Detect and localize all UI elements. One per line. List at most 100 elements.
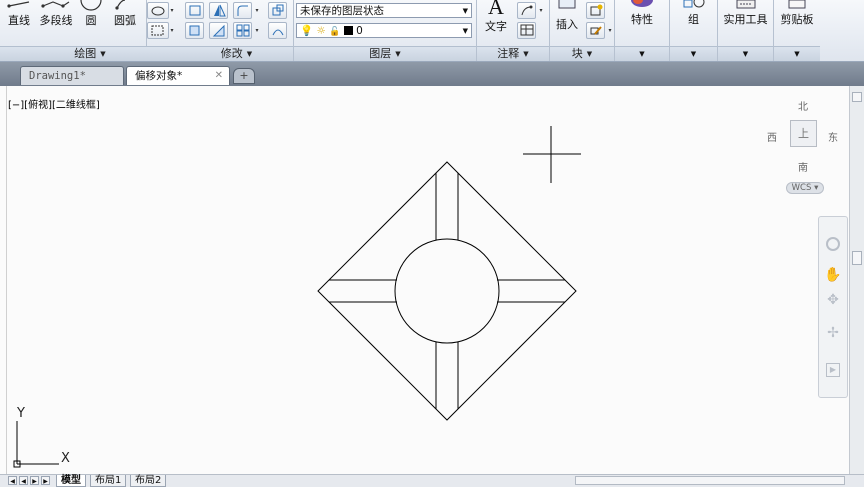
center-circle <box>394 238 500 344</box>
table-button[interactable] <box>517 22 536 39</box>
compass-north[interactable]: 北 <box>798 98 808 113</box>
layers-panel-title[interactable]: 图层 ▼ <box>294 46 476 61</box>
layers-panel: 未保存的图层状态 ▼ 💡 ☼ 🔓 0 ▼ 图层 ▼ <box>294 0 477 61</box>
insert-icon <box>558 0 576 9</box>
outer-diamond <box>317 161 577 421</box>
create-block-button[interactable] <box>586 2 605 19</box>
scroll-up-arrow[interactable] <box>852 92 862 102</box>
layer-state-combo[interactable]: 未保存的图层状态 ▼ <box>296 3 472 18</box>
zoom-icon[interactable]: ✥ <box>819 292 847 308</box>
fillet-dropdown[interactable]: ▾ <box>253 2 261 19</box>
properties-expand[interactable]: ▼ <box>615 46 669 61</box>
explode-button[interactable] <box>268 2 287 19</box>
clipboard-label: 剪贴板 <box>780 13 814 26</box>
compass-west[interactable]: 西 <box>767 129 777 144</box>
compass-south[interactable]: 南 <box>798 159 808 174</box>
showmotion-icon[interactable]: ▶ <box>826 363 840 377</box>
array-button[interactable] <box>233 22 252 39</box>
viewport-controls-label[interactable]: [−][俯视][二维线框] <box>8 96 100 111</box>
draw-panel-title[interactable]: 绘图 ▼ <box>0 46 180 61</box>
draw-tool-b-dropdown[interactable]: ▾ <box>168 22 176 39</box>
new-tab-button[interactable]: + <box>233 68 255 84</box>
tab-offset-object[interactable]: 偏移对象* ✕ <box>126 66 230 85</box>
tab-layout1[interactable]: 布局1 <box>90 475 127 487</box>
last-layout-button[interactable]: ▶ <box>41 476 50 485</box>
chevron-down-icon: ▼ <box>462 27 468 35</box>
pan-icon[interactable]: ✋ <box>819 267 847 283</box>
leader-button[interactable] <box>517 2 536 19</box>
annotation-panel: A 文字 ▾ 注释 ▼ <box>477 0 550 61</box>
vertical-scrollbar[interactable] <box>849 86 864 474</box>
move-icon <box>189 5 201 16</box>
tab-layout2[interactable]: 布局2 <box>130 475 167 487</box>
edit-block-dropdown[interactable]: ▾ <box>606 22 614 39</box>
drawing-svg <box>13 126 581 468</box>
wcs-label: WCS <box>791 183 812 193</box>
utilities-label: 实用工具 <box>723 13 768 26</box>
prev-layout-button[interactable]: ◀ <box>19 476 28 485</box>
drawing-canvas[interactable] <box>6 86 850 474</box>
orbit-icon[interactable]: ✢ <box>819 325 847 341</box>
properties-label: 特性 <box>631 13 653 26</box>
utilities-panel[interactable]: 实用工具 ▼ <box>718 0 774 61</box>
steering-wheel-icon[interactable] <box>826 237 840 251</box>
ribbon: 直线 多段线 圆 圆弧 ▾ ▾ 绘图 ▼ ▾ ▾ 修改 ▼ 未保存的图层状态 ▼… <box>0 0 864 62</box>
draw-tool-a-dropdown[interactable]: ▾ <box>168 2 176 19</box>
ucs-icon <box>13 421 59 468</box>
insert-button[interactable]: 插入 <box>552 0 582 32</box>
copy-button[interactable] <box>185 22 204 39</box>
polyline-button[interactable]: 多段线 <box>38 0 74 28</box>
text-label: 文字 <box>485 20 507 33</box>
wcs-menu[interactable]: WCS ▾ <box>786 182 824 194</box>
annotation-panel-title[interactable]: 注释 ▼ <box>477 46 549 61</box>
array-dropdown[interactable]: ▾ <box>253 22 261 39</box>
block-panel-title[interactable]: 块 ▼ <box>550 46 614 61</box>
close-icon[interactable]: ✕ <box>215 67 223 85</box>
document-tab-bar: Drawing1* 偏移对象* ✕ + <box>0 62 864 86</box>
horizontal-scrollbar[interactable] <box>575 476 845 485</box>
left-spoke <box>329 279 397 303</box>
mirror-button[interactable] <box>209 2 228 19</box>
modify-panel: ▾ ▾ 修改 ▼ <box>180 0 294 61</box>
edit-block-icon <box>590 26 602 35</box>
text-button[interactable]: A 文字 <box>481 0 511 34</box>
edit-block-button[interactable] <box>586 22 605 39</box>
clipboard-panel[interactable]: 剪贴板 ▼ <box>774 0 864 61</box>
next-layout-button[interactable]: ▶ <box>30 476 39 485</box>
leader-dropdown[interactable]: ▾ <box>537 2 545 19</box>
group-expand[interactable]: ▼ <box>670 46 717 61</box>
scroll-thumb[interactable] <box>852 251 862 265</box>
properties-panel[interactable]: 特性 ▼ <box>615 0 670 61</box>
ucs-y-label: Y <box>17 406 25 421</box>
clipboard-expand[interactable]: ▼ <box>774 46 820 61</box>
offset-button[interactable] <box>268 22 287 39</box>
circle-button[interactable]: 圆 <box>78 0 104 28</box>
clipboard-icon <box>788 0 806 9</box>
modify-panel-title[interactable]: 修改 ▼ <box>180 46 293 61</box>
group-panel[interactable]: 组 ▼ <box>670 0 718 61</box>
tab-offset-object-label: 偏移对象* <box>135 70 183 82</box>
array-icon <box>236 24 250 37</box>
fillet-button[interactable] <box>233 2 252 19</box>
draw-tool-b-button[interactable] <box>147 22 169 39</box>
draw-tool-a-button[interactable] <box>147 2 169 19</box>
first-layout-button[interactable]: ◀ <box>8 476 17 485</box>
move-button[interactable] <box>185 2 204 19</box>
layer-combo[interactable]: 💡 ☼ 🔓 0 ▼ <box>296 23 472 38</box>
compass-east[interactable]: 东 <box>828 129 838 144</box>
viewcube-top-face[interactable]: 上 <box>790 120 817 147</box>
group-icon <box>683 0 705 8</box>
text-icon: A <box>488 0 504 19</box>
tab-drawing1[interactable]: Drawing1* <box>20 66 124 85</box>
scale-button[interactable] <box>209 22 228 39</box>
utilities-expand[interactable]: ▼ <box>718 46 773 61</box>
ucs-x-label: X <box>61 451 70 466</box>
bottom-spoke <box>435 342 459 409</box>
arc-button[interactable]: 圆弧 <box>110 0 140 28</box>
layer-color-swatch <box>343 26 353 35</box>
properties-icon <box>631 0 653 7</box>
line-button[interactable]: 直线 <box>4 0 34 28</box>
lightbulb-icon: 💡 <box>300 25 314 37</box>
tab-model[interactable]: 模型 <box>56 475 86 487</box>
current-layer-value: 0 <box>356 25 363 37</box>
